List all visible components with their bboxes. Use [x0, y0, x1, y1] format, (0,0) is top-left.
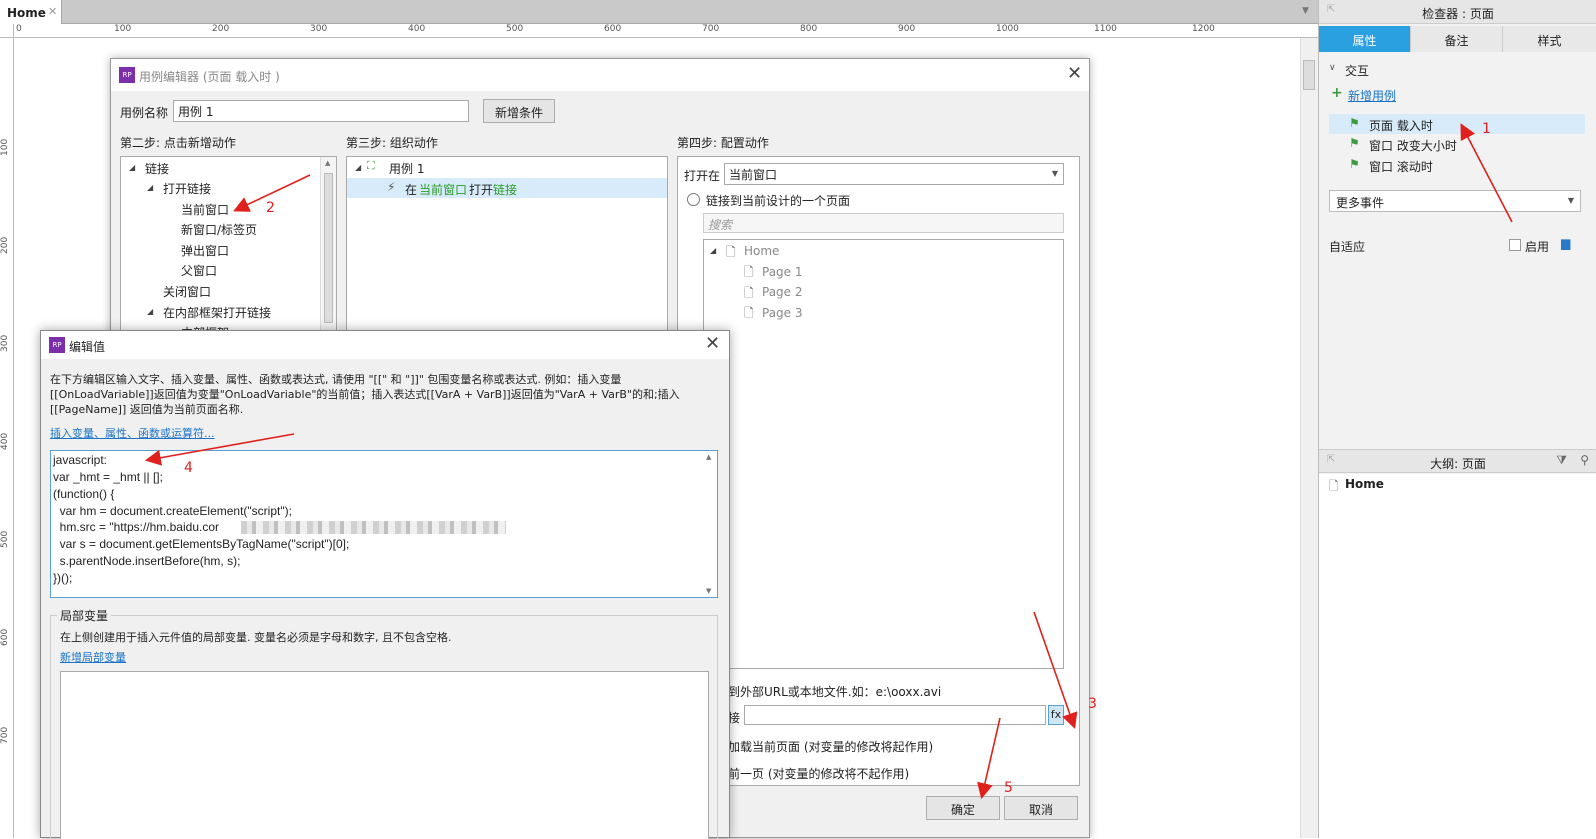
- annotation-arrows: [144, 123, 1513, 800]
- annotation-number: 4: [184, 460, 193, 476]
- annotation-number: 5: [1004, 780, 1013, 796]
- annotation-arrow: [1033, 611, 1078, 730]
- annotation-arrow: [1460, 123, 1513, 223]
- annotation-arrow: [977, 717, 1001, 800]
- annotation-number: 2: [266, 200, 275, 216]
- annotation-arrow: [144, 433, 295, 466]
- annotation-number: 3: [1088, 696, 1097, 712]
- annotation-number: 1: [1482, 121, 1491, 137]
